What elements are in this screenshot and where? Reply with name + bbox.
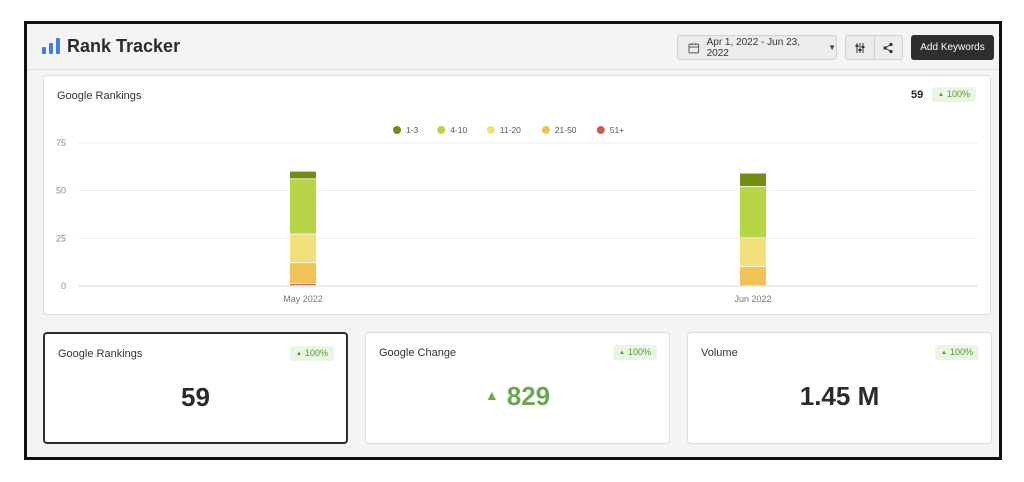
stat-card-title: Volume	[701, 347, 738, 359]
y-tick-label: 75	[56, 138, 66, 148]
stat-card-volume[interactable]: Volume ▲ 100% 1.45 M	[687, 332, 992, 444]
bar-segment	[740, 266, 766, 286]
header: Rank Tracker Apr 1, 2022 - Jun 23, 2022 …	[27, 24, 999, 70]
rankings-bar-chart: 0 25 50 75 1-3 4-10 11-20 21-50 51+ May 2022 Jun 2…	[56, 125, 978, 304]
calendar-icon	[688, 42, 700, 53]
change-badge: ▲ 100%	[932, 87, 976, 102]
stat-change-badge: ▲ 100%	[290, 346, 334, 361]
stat-change-badge: ▲ 100%	[935, 345, 979, 360]
bar-segment	[290, 284, 316, 286]
x-tick-label: Jun 2022	[734, 294, 771, 304]
share-button[interactable]	[873, 36, 902, 59]
triangle-up-icon: ▲	[941, 350, 947, 356]
triangle-up-icon: ▲	[938, 92, 944, 98]
chevron-down-icon: ▼	[828, 43, 836, 52]
stat-card-title: Google Rankings	[58, 348, 143, 360]
date-range-label: Apr 1, 2022 - Jun 23, 2022	[706, 36, 800, 59]
stat-card-google-rankings[interactable]: Google Rankings ▲ 100% 59	[43, 332, 348, 444]
legend-label: 21-50	[555, 125, 577, 135]
y-tick-label: 25	[56, 233, 66, 243]
stat-value: 1.45 M	[799, 381, 880, 411]
chart-total-value: 59	[911, 89, 924, 101]
stat-change-label: 100%	[304, 348, 328, 358]
filter-sliders-icon	[855, 42, 865, 53]
stat-value: 59	[181, 382, 210, 412]
bar-chart-logo-icon	[42, 38, 60, 54]
legend-swatch	[596, 126, 605, 134]
y-tick-label: 0	[61, 281, 66, 291]
stat-change-label: 100%	[949, 347, 973, 357]
legend-swatch	[486, 126, 495, 134]
stat-change-badge: ▲ 100%	[613, 345, 657, 360]
legend-label: 11-20	[500, 125, 521, 135]
stat-value: ▲ 829	[366, 381, 669, 412]
y-tick-label: 50	[56, 186, 66, 196]
stat-change-label: 100%	[627, 347, 651, 357]
trend-up-icon: ▲	[484, 387, 499, 403]
stat-card-google-change[interactable]: Google Change ▲ 100% ▲ 829	[365, 332, 670, 444]
add-keywords-button[interactable]: Add Keywords	[911, 35, 994, 60]
legend-swatch	[393, 126, 401, 134]
bar-segment	[740, 173, 766, 187]
legend-swatch	[541, 126, 550, 134]
legend-label: 51+	[610, 125, 624, 135]
share-icon	[883, 42, 894, 53]
x-tick-label: May 2022	[283, 294, 323, 304]
bar-segment	[740, 186, 766, 238]
legend-label: 4-10	[450, 125, 467, 135]
bar-segment	[290, 234, 316, 263]
change-badge-label: 100%	[946, 89, 970, 99]
triangle-up-icon: ▲	[296, 351, 302, 357]
bar-segment	[290, 171, 316, 179]
toolbar-icon-group	[845, 35, 903, 60]
stat-value-number: 829	[506, 381, 551, 411]
legend-label: 1-3	[406, 125, 419, 135]
date-range-picker[interactable]: Apr 1, 2022 - Jun 23, 2022 ▼	[677, 35, 837, 60]
page-title: Rank Tracker	[67, 36, 181, 56]
chart-card-title: Google Rankings	[57, 90, 142, 102]
bar-segment	[290, 263, 316, 284]
triangle-up-icon: ▲	[619, 350, 625, 356]
app-frame: Rank Tracker Apr 1, 2022 - Jun 23, 2022 …	[24, 21, 1002, 460]
stat-card-title: Google Change	[379, 347, 457, 359]
bar-segment	[290, 179, 316, 234]
bar-segment	[740, 238, 766, 267]
google-rankings-chart-card: Google Rankings 59 ▲ 100% 0 25 50 75 1-3 4-10 1…	[43, 75, 991, 315]
filter-button[interactable]	[846, 36, 874, 59]
legend-swatch	[437, 126, 446, 134]
